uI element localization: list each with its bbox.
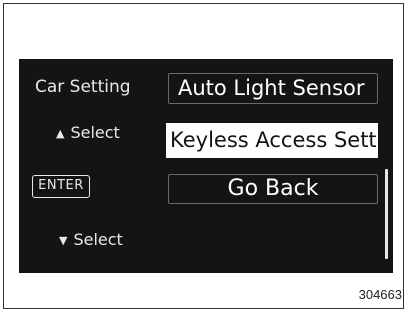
figure-id: 304663 xyxy=(358,287,402,302)
display-screen: Car Setting ▲ Select ENTER ▼ Select Auto L… xyxy=(19,59,393,273)
up-triangle-icon: ▲ xyxy=(56,127,65,140)
up-select-hint: ▲ Select xyxy=(56,123,120,142)
down-select-hint: ▼ Select xyxy=(59,230,123,249)
menu-item-auto-light-sensor[interactable]: Auto Light Sensor xyxy=(168,73,378,104)
down-select-label: Select xyxy=(73,230,123,249)
up-select-label: Select xyxy=(70,123,120,142)
down-triangle-icon: ▼ xyxy=(59,234,68,247)
menu-item-go-back[interactable]: Go Back xyxy=(168,174,378,204)
menu-item-keyless-access-setting[interactable]: Keyless Access Setti xyxy=(166,123,378,158)
enter-button[interactable]: ENTER xyxy=(32,175,90,198)
scrollbar[interactable] xyxy=(385,169,388,259)
screen-title: Car Setting xyxy=(35,77,131,97)
